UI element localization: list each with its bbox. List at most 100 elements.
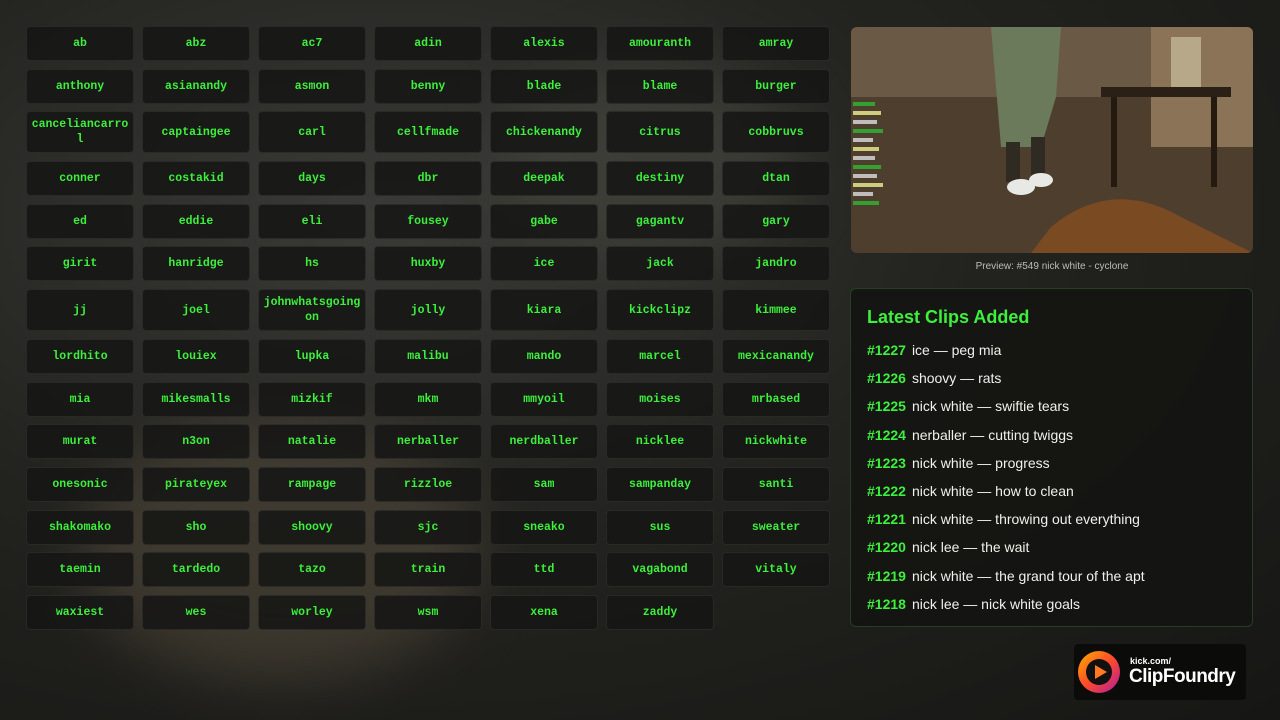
streamer-button[interactable]: mexicanandy xyxy=(722,338,830,374)
streamer-button[interactable]: deepak xyxy=(490,161,598,197)
streamer-button[interactable]: carl xyxy=(258,111,366,154)
streamer-button[interactable]: vitaly xyxy=(722,552,830,588)
streamer-button[interactable]: huxby xyxy=(374,246,482,282)
streamer-button[interactable]: rizzloe xyxy=(374,466,482,502)
streamer-button[interactable]: kickclipz xyxy=(606,289,714,332)
streamer-button[interactable]: days xyxy=(258,161,366,197)
streamer-button[interactable]: girit xyxy=(26,246,134,282)
streamer-button[interactable]: shoovy xyxy=(258,509,366,545)
streamer-button[interactable]: tardedo xyxy=(142,552,250,588)
streamer-button[interactable]: sho xyxy=(142,509,250,545)
clip-row[interactable]: #1226 shoovy — rats xyxy=(867,364,1236,392)
streamer-button[interactable]: louiex xyxy=(142,338,250,374)
streamer-button[interactable]: citrus xyxy=(606,111,714,154)
streamer-button[interactable]: onesonic xyxy=(26,466,134,502)
streamer-button[interactable]: malibu xyxy=(374,338,482,374)
streamer-button[interactable]: blame xyxy=(606,68,714,104)
streamer-button[interactable]: waxiest xyxy=(26,594,134,630)
streamer-button[interactable]: sjc xyxy=(374,509,482,545)
streamer-button[interactable]: jolly xyxy=(374,289,482,332)
streamer-button[interactable]: burger xyxy=(722,68,830,104)
streamer-button[interactable]: mia xyxy=(26,381,134,417)
streamer-button[interactable]: mando xyxy=(490,338,598,374)
streamer-button[interactable]: nerballer xyxy=(374,424,482,460)
streamer-button[interactable]: sweater xyxy=(722,509,830,545)
streamer-button[interactable]: kimmee xyxy=(722,289,830,332)
clip-row[interactable]: #1221 nick white — throwing out everythin… xyxy=(867,505,1236,533)
streamer-button[interactable]: eli xyxy=(258,203,366,239)
streamer-button[interactable]: amouranth xyxy=(606,26,714,61)
streamer-button[interactable]: nickwhite xyxy=(722,424,830,460)
streamer-button[interactable]: captaingee xyxy=(142,111,250,154)
streamer-button[interactable]: pirateyex xyxy=(142,466,250,502)
clip-row[interactable]: #1218 nick lee — nick white goals xyxy=(867,590,1236,618)
streamer-button[interactable]: murat xyxy=(26,424,134,460)
streamer-button[interactable]: ice xyxy=(490,246,598,282)
streamer-button[interactable]: asianandy xyxy=(142,68,250,104)
streamer-button[interactable]: rampage xyxy=(258,466,366,502)
streamer-button[interactable]: ttd xyxy=(490,552,598,588)
streamer-button[interactable]: joel xyxy=(142,289,250,332)
streamer-button[interactable]: johnwhatsgoingon xyxy=(258,289,366,332)
streamer-button[interactable]: santi xyxy=(722,466,830,502)
streamer-button[interactable]: ed xyxy=(26,203,134,239)
streamer-button[interactable]: canceliancarrol xyxy=(26,111,134,154)
streamer-button[interactable]: costakid xyxy=(142,161,250,197)
streamer-button[interactable]: wsm xyxy=(374,594,482,630)
streamer-button[interactable]: nerdballer xyxy=(490,424,598,460)
streamer-button[interactable]: n3on xyxy=(142,424,250,460)
streamer-button[interactable]: abz xyxy=(142,26,250,61)
streamer-button[interactable]: taemin xyxy=(26,552,134,588)
streamer-button[interactable]: natalie xyxy=(258,424,366,460)
streamer-button[interactable]: nicklee xyxy=(606,424,714,460)
streamer-button[interactable]: destiny xyxy=(606,161,714,197)
clip-row[interactable]: #1223 nick white — progress xyxy=(867,449,1236,477)
streamer-button[interactable]: blade xyxy=(490,68,598,104)
streamer-button[interactable]: gagantv xyxy=(606,203,714,239)
streamer-button[interactable]: gary xyxy=(722,203,830,239)
streamer-button[interactable]: moises xyxy=(606,381,714,417)
clip-row[interactable]: #1227 ice — peg mia xyxy=(867,336,1236,364)
streamer-button[interactable]: zaddy xyxy=(606,594,714,630)
streamer-button[interactable]: jandro xyxy=(722,246,830,282)
streamer-button[interactable]: chickenandy xyxy=(490,111,598,154)
streamer-button[interactable]: sus xyxy=(606,509,714,545)
streamer-button[interactable]: alexis xyxy=(490,26,598,61)
streamer-button[interactable]: jack xyxy=(606,246,714,282)
clip-row[interactable]: #1225 nick white — swiftie tears xyxy=(867,392,1236,420)
clip-row[interactable]: #1224 nerballer — cutting twiggs xyxy=(867,421,1236,449)
streamer-button[interactable]: cobbruvs xyxy=(722,111,830,154)
streamer-button[interactable]: dbr xyxy=(374,161,482,197)
streamer-button[interactable]: asmon xyxy=(258,68,366,104)
streamer-button[interactable]: benny xyxy=(374,68,482,104)
clip-row[interactable]: #1219 nick white — the grand tour of the … xyxy=(867,562,1236,590)
streamer-button[interactable]: mkm xyxy=(374,381,482,417)
streamer-button[interactable]: sneako xyxy=(490,509,598,545)
streamer-button[interactable]: mizkif xyxy=(258,381,366,417)
streamer-button[interactable]: worley xyxy=(258,594,366,630)
streamer-button[interactable]: anthony xyxy=(26,68,134,104)
streamer-button[interactable]: lupka xyxy=(258,338,366,374)
streamer-button[interactable]: tazo xyxy=(258,552,366,588)
streamer-button[interactable]: jj xyxy=(26,289,134,332)
streamer-button[interactable]: cellfmade xyxy=(374,111,482,154)
streamer-button[interactable]: vagabond xyxy=(606,552,714,588)
streamer-button[interactable]: dtan xyxy=(722,161,830,197)
streamer-button[interactable]: train xyxy=(374,552,482,588)
streamer-button[interactable]: sampanday xyxy=(606,466,714,502)
clip-row[interactable]: #1220 nick lee — the wait xyxy=(867,533,1236,561)
streamer-button[interactable]: gabe xyxy=(490,203,598,239)
streamer-button[interactable]: sam xyxy=(490,466,598,502)
streamer-button[interactable]: mikesmalls xyxy=(142,381,250,417)
streamer-button[interactable]: hanridge xyxy=(142,246,250,282)
streamer-button[interactable]: fousey xyxy=(374,203,482,239)
video-preview[interactable] xyxy=(851,27,1253,253)
streamer-button[interactable]: shakomako xyxy=(26,509,134,545)
streamer-button[interactable]: ab xyxy=(26,26,134,61)
streamer-button[interactable]: eddie xyxy=(142,203,250,239)
streamer-button[interactable]: hs xyxy=(258,246,366,282)
streamer-button[interactable]: mrbased xyxy=(722,381,830,417)
streamer-button[interactable]: amray xyxy=(722,26,830,61)
streamer-button[interactable]: lordhito xyxy=(26,338,134,374)
streamer-button[interactable]: adin xyxy=(374,26,482,61)
